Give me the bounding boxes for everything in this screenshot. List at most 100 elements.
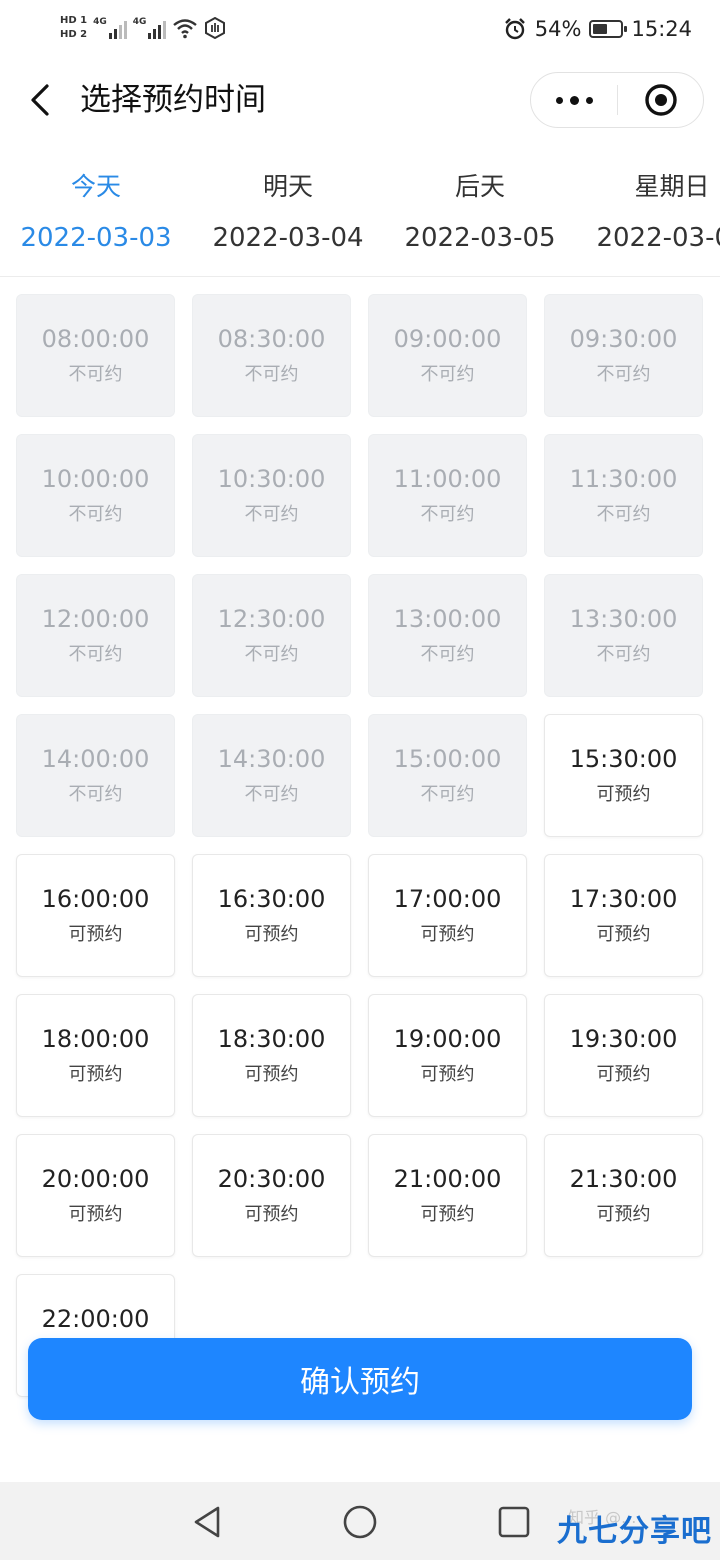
date-tab[interactable]: 后天 2022-03-05 — [384, 162, 576, 262]
date-tab-day: 星期日 — [634, 172, 710, 201]
time-slot[interactable]: 18:00:00 可预约 — [16, 994, 175, 1117]
time-slot-status: 可预约 — [68, 1063, 123, 1085]
close-button[interactable] — [618, 73, 703, 127]
date-tab-date: 2022-03-05 — [404, 223, 556, 253]
hand-icon — [205, 17, 226, 39]
time-slot-time: 10:30:00 — [217, 464, 326, 493]
time-slot[interactable]: 19:00:00 可预约 — [368, 994, 527, 1117]
time-slot-time: 09:00:00 — [393, 324, 502, 353]
time-slot-time: 08:00:00 — [41, 324, 150, 353]
time-slot: 13:30:00 不可约 — [544, 574, 703, 697]
time-slot-time: 11:30:00 — [569, 464, 678, 493]
time-slot[interactable]: 20:00:00 可预约 — [16, 1134, 175, 1257]
network-type-label: 4G — [93, 17, 107, 27]
time-slot-status: 可预约 — [596, 783, 651, 805]
time-slot[interactable]: 15:30:00 可预约 — [544, 714, 703, 837]
nav-bar: 选择预约时间 — [0, 58, 720, 144]
time-slot-status: 可预约 — [244, 923, 299, 945]
alarm-icon — [504, 18, 525, 40]
time-slot-status: 不可约 — [244, 783, 299, 805]
time-slot: 11:00:00 不可约 — [368, 434, 527, 557]
time-slot-status: 可预约 — [244, 1203, 299, 1225]
date-tab-day: 今天 — [70, 172, 121, 201]
date-tabs: 今天 2022-03-03 明天 2022-03-04 后天 2022-03-05 星期日 2… — [0, 162, 720, 262]
page-title: 选择预约时间 — [80, 82, 266, 118]
time-slot-status: 不可约 — [68, 503, 123, 525]
signal-icon: 4G — [93, 17, 127, 39]
time-slot: 09:00:00 不可约 — [368, 294, 527, 417]
time-slot: 10:30:00 不可约 — [192, 434, 351, 557]
date-tab[interactable]: 明天 2022-03-04 — [192, 162, 384, 262]
time-slot-time: 14:00:00 — [41, 744, 150, 773]
time-slot-time: 16:00:00 — [41, 884, 150, 913]
date-tab[interactable]: 星期日 2022-03-06 — [576, 162, 720, 262]
time-slot[interactable]: 19:30:00 可预约 — [544, 994, 703, 1117]
time-slot-time: 20:00:00 — [41, 1164, 150, 1193]
time-slot[interactable]: 21:30:00 可预约 — [544, 1134, 703, 1257]
time-slot: 14:00:00 不可约 — [16, 714, 175, 837]
circle-home-icon[interactable] — [342, 1504, 378, 1540]
status-left: HD 1 HD 2 4G 4G — [60, 8, 226, 48]
battery-percent: 54% — [534, 17, 582, 41]
time-slot-status: 不可约 — [420, 503, 475, 525]
time-slot-time: 18:30:00 — [217, 1024, 326, 1053]
time-slot-time: 08:30:00 — [217, 324, 326, 353]
time-slot-status: 不可约 — [596, 643, 651, 665]
more-button[interactable] — [531, 73, 617, 127]
time-slot[interactable]: 20:30:00 可预约 — [192, 1134, 351, 1257]
hd-indicators: HD 1 HD 2 — [60, 15, 87, 41]
time-slot-time: 09:30:00 — [569, 324, 678, 353]
square-recent-icon[interactable] — [496, 1504, 532, 1540]
time-slot[interactable]: 17:00:00 可预约 — [368, 854, 527, 977]
time-slot-time: 21:00:00 — [393, 1164, 502, 1193]
time-slot[interactable]: 21:00:00 可预约 — [368, 1134, 527, 1257]
time-slot-status: 可预约 — [596, 1203, 651, 1225]
divider — [0, 276, 720, 277]
triangle-back-icon[interactable] — [190, 1504, 226, 1540]
hd2-label: HD 2 — [60, 29, 88, 40]
date-tab-date: 2022-03-06 — [596, 223, 720, 253]
confirm-button[interactable]: 确认预约 — [28, 1338, 692, 1420]
time-slot[interactable]: 16:30:00 可预约 — [192, 854, 351, 977]
time-slot-status: 不可约 — [420, 363, 475, 385]
more-dots-icon — [555, 95, 593, 105]
time-slot-time: 21:30:00 — [569, 1164, 678, 1193]
time-slot-time: 10:00:00 — [41, 464, 150, 493]
time-slot-time: 17:00:00 — [393, 884, 502, 913]
time-slot-status: 不可约 — [244, 643, 299, 665]
time-slot-status: 可预约 — [420, 1063, 475, 1085]
back-button[interactable] — [22, 80, 58, 120]
time-slot-time: 18:00:00 — [41, 1024, 150, 1053]
status-right: 54% 15:24 — [503, 12, 692, 46]
time-slot-status: 不可约 — [244, 363, 299, 385]
time-slot[interactable]: 18:30:00 可预约 — [192, 994, 351, 1117]
wifi-icon — [173, 19, 198, 39]
time-slot: 15:00:00 不可约 — [368, 714, 527, 837]
time-slot-status: 可预约 — [68, 1203, 123, 1225]
time-slot[interactable]: 16:00:00 可预约 — [16, 854, 175, 977]
hd1-label: HD 1 — [60, 15, 88, 26]
chevron-left-icon — [31, 84, 49, 116]
time-slot: 10:00:00 不可约 — [16, 434, 175, 557]
time-slot-time: 11:00:00 — [393, 464, 502, 493]
time-slot-time: 15:00:00 — [393, 744, 502, 773]
system-nav-bar: 知乎 @... 九七分享吧 — [0, 1482, 720, 1560]
time-slot: 14:30:00 不可约 — [192, 714, 351, 837]
time-slot: 08:30:00 不可约 — [192, 294, 351, 417]
time-slot-status: 不可约 — [596, 363, 651, 385]
time-slot[interactable]: 17:30:00 可预约 — [544, 854, 703, 977]
battery-icon — [589, 20, 628, 38]
battery-fill — [593, 24, 608, 34]
date-tab[interactable]: 今天 2022-03-03 — [0, 162, 192, 262]
time-slot-time: 14:30:00 — [217, 744, 326, 773]
time-slot-time: 15:30:00 — [569, 744, 678, 773]
date-tab-day: 明天 — [262, 172, 313, 201]
time-slot-status: 可预约 — [244, 1063, 299, 1085]
time-slot-status: 不可约 — [68, 783, 123, 805]
time-slot-time: 19:00:00 — [393, 1024, 502, 1053]
time-slot: 12:30:00 不可约 — [192, 574, 351, 697]
time-slot-status: 可预约 — [596, 1063, 651, 1085]
date-tab-day: 后天 — [454, 172, 505, 201]
screen: HD 1 HD 2 4G 4G 54% 15:24 选择预约时间 今天 2022… — [0, 0, 720, 1560]
time-slot-time: 13:00:00 — [393, 604, 502, 633]
